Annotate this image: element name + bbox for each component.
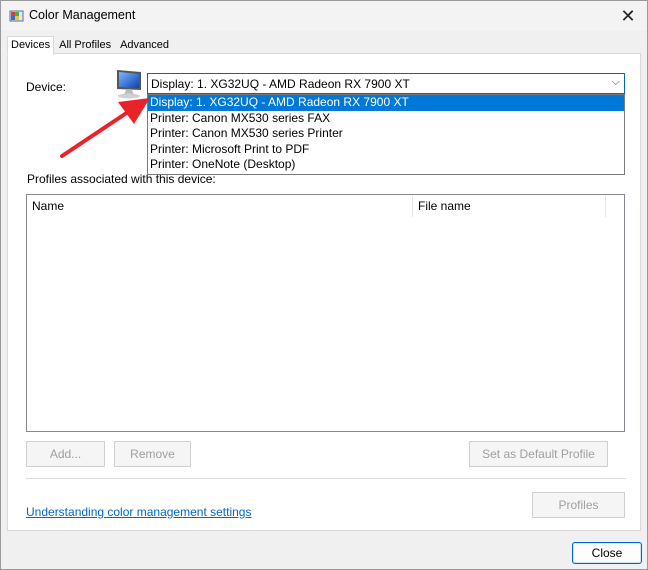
tab-all-profiles[interactable]: All Profiles	[55, 36, 115, 54]
annotation-arrow	[60, 98, 150, 158]
tab-devices[interactable]: Devices	[7, 36, 55, 55]
window-title: Color Management	[29, 8, 136, 22]
remove-button[interactable]: Remove	[114, 441, 191, 467]
device-select-value: Display: 1. XG32UQ - AMD Radeon RX 7900 …	[151, 77, 410, 91]
device-option[interactable]: Printer: Canon MX530 series Printer	[148, 126, 624, 142]
device-label: Device:	[26, 80, 67, 94]
device-option[interactable]: Printer: OneNote (Desktop)	[148, 157, 624, 173]
color-management-window: Color Management ✕ Devices All Profiles …	[0, 0, 648, 570]
close-button[interactable]: Close	[572, 542, 642, 564]
device-option[interactable]: Printer: Canon MX530 series FAX	[148, 111, 624, 127]
device-select[interactable]: Display: 1. XG32UQ - AMD Radeon RX 7900 …	[147, 73, 625, 94]
chevron-down-icon[interactable]: ⌵	[612, 76, 620, 89]
tab-strip: Devices All Profiles Advanced	[7, 36, 174, 55]
separator	[26, 478, 626, 479]
title-bar: Color Management ✕	[1, 1, 647, 31]
device-option[interactable]: Printer: Microsoft Print to PDF	[148, 142, 624, 158]
set-default-profile-button[interactable]: Set as Default Profile	[469, 441, 608, 467]
color-management-help-link[interactable]: Understanding color management settings	[26, 505, 251, 519]
close-window-icon[interactable]: ✕	[615, 4, 641, 28]
column-header-name[interactable]: Name	[27, 195, 413, 217]
tab-advanced[interactable]: Advanced	[116, 36, 173, 54]
devices-panel: Device: Display: 1. XG32UQ - AMD Radeon …	[7, 53, 641, 531]
profiles-list[interactable]: Name File name	[26, 194, 625, 432]
profiles-button[interactable]: Profiles	[532, 492, 625, 518]
device-dropdown-list: Display: 1. XG32UQ - AMD Radeon RX 7900 …	[147, 94, 625, 175]
device-option[interactable]: Display: 1. XG32UQ - AMD Radeon RX 7900 …	[148, 95, 624, 111]
add-button[interactable]: Add...	[26, 441, 105, 467]
color-management-icon	[9, 10, 24, 22]
column-header-file-name[interactable]: File name	[413, 195, 606, 217]
